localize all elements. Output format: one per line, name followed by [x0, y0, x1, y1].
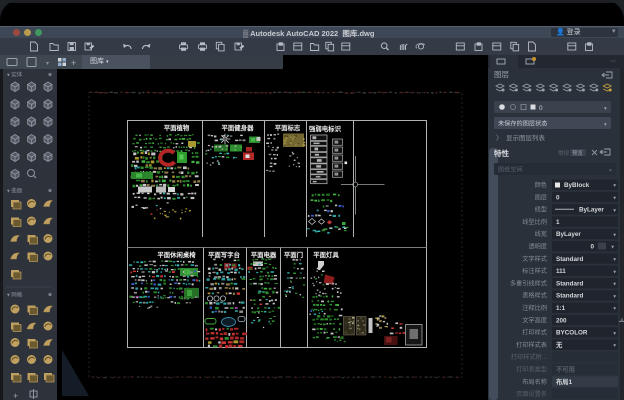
- svg-text:0: 0: [539, 105, 543, 112]
- svg-text:0: 0: [590, 244, 594, 251]
- svg-text:▾: ▾: [613, 208, 616, 214]
- svg-text:▾: ▾: [613, 331, 616, 337]
- svg-text:▾: ▾: [613, 232, 616, 238]
- svg-text:▾ 曲面: ▾ 曲面: [7, 187, 23, 195]
- svg-text:+: +: [13, 391, 18, 400]
- svg-text:显示图层列表: 显示图层列表: [506, 133, 546, 142]
- svg-text:▾: ▾: [613, 269, 616, 275]
- svg-text:▾ 网格: ▾ 网格: [7, 291, 23, 299]
- svg-text:线型: 线型: [535, 206, 547, 214]
- svg-text:图纸空间: 图纸空间: [498, 166, 523, 174]
- svg-text:平面电器: 平面电器: [251, 250, 277, 259]
- svg-text:▾: ▾: [613, 282, 616, 288]
- svg-text:▾: ▾: [613, 343, 616, 349]
- svg-text:ByLayer: ByLayer: [556, 231, 581, 238]
- svg-text:文字高度: 文字高度: [522, 316, 547, 324]
- svg-text:+: +: [71, 58, 76, 68]
- svg-text:文字样式: 文字样式: [522, 255, 547, 263]
- svg-text:颜色: 颜色: [535, 181, 547, 189]
- svg-text:图层: 图层: [535, 194, 547, 201]
- svg-text:▾: ▾: [609, 168, 612, 174]
- svg-text:▾: ▾: [613, 257, 616, 263]
- svg-text:▾: ▾: [613, 183, 616, 189]
- svg-text:打印表类型: 打印表类型: [516, 366, 547, 374]
- svg-text:图层: 图层: [494, 70, 509, 79]
- svg-text:ByLayer: ByLayer: [579, 207, 604, 214]
- svg-text:BYCOLOR: BYCOLOR: [556, 330, 588, 337]
- svg-text:强弱电标识: 强弱电标识: [309, 124, 342, 133]
- svg-text:1: 1: [556, 219, 560, 226]
- svg-text:打印样式附...: 打印样式附...: [511, 353, 547, 361]
- svg-text:特性: 特性: [494, 148, 509, 158]
- svg-text:▾ 实体: ▾ 实体: [7, 71, 23, 79]
- svg-text:平面门: 平面门: [284, 250, 303, 259]
- svg-text:Standard: Standard: [556, 256, 583, 263]
- svg-text:线型比例: 线型比例: [522, 218, 547, 226]
- svg-text:〉: 〉: [496, 134, 503, 142]
- svg-text:线宽: 线宽: [535, 230, 547, 238]
- svg-text:平面休闲桌椅: 平面休闲桌椅: [157, 250, 196, 259]
- svg-text:1:1: 1:1: [556, 305, 566, 312]
- svg-text:▾: ▾: [613, 196, 616, 202]
- svg-text:平面灯具: 平面灯具: [313, 250, 339, 259]
- svg-text:▾: ▾: [604, 106, 607, 112]
- svg-text:标注样式: 标注样式: [522, 267, 547, 275]
- svg-text:无: 无: [555, 341, 563, 349]
- svg-text:平面植物: 平面植物: [164, 123, 190, 132]
- svg-text:▾: ▾: [613, 294, 616, 300]
- svg-text:Standard: Standard: [556, 293, 583, 300]
- svg-text:预览: 预览: [572, 149, 584, 157]
- svg-text:平面健身器: 平面健身器: [222, 123, 255, 132]
- svg-text:未保存的图层状态: 未保存的图层状态: [498, 120, 548, 128]
- svg-text:▾: ▾: [604, 122, 607, 128]
- svg-text:打印样式表: 打印样式表: [516, 341, 547, 349]
- svg-text:布局1: 布局1: [556, 377, 573, 386]
- svg-text:表格样式: 表格样式: [522, 292, 547, 300]
- svg-text:ByBlock: ByBlock: [564, 182, 590, 189]
- svg-text:注释比例: 注释比例: [522, 304, 547, 312]
- svg-text:⋯: ⋯: [610, 59, 616, 65]
- svg-text:打印样式: 打印样式: [522, 329, 547, 337]
- svg-text:页面设置名: 页面设置名: [516, 390, 547, 398]
- svg-text:不可用: 不可用: [556, 366, 575, 374]
- svg-text:200: 200: [556, 317, 567, 324]
- svg-text:111: 111: [556, 268, 566, 275]
- svg-text:▾: ▾: [46, 61, 49, 67]
- svg-text:cad: cad: [284, 288, 290, 293]
- svg-text:0: 0: [556, 194, 560, 201]
- svg-text:Standard: Standard: [556, 280, 583, 287]
- svg-text:多重引线样式: 多重引线样式: [510, 279, 547, 287]
- svg-text:布局名称: 布局名称: [522, 378, 547, 386]
- svg-text:▾: ▾: [611, 245, 614, 251]
- svg-text:平面写字台: 平面写字台: [208, 250, 241, 259]
- svg-text:常规: 常规: [558, 149, 570, 157]
- svg-text:透明度: 透明度: [528, 243, 547, 251]
- svg-text:平面标志: 平面标志: [275, 123, 301, 132]
- svg-text:▾: ▾: [613, 306, 616, 312]
